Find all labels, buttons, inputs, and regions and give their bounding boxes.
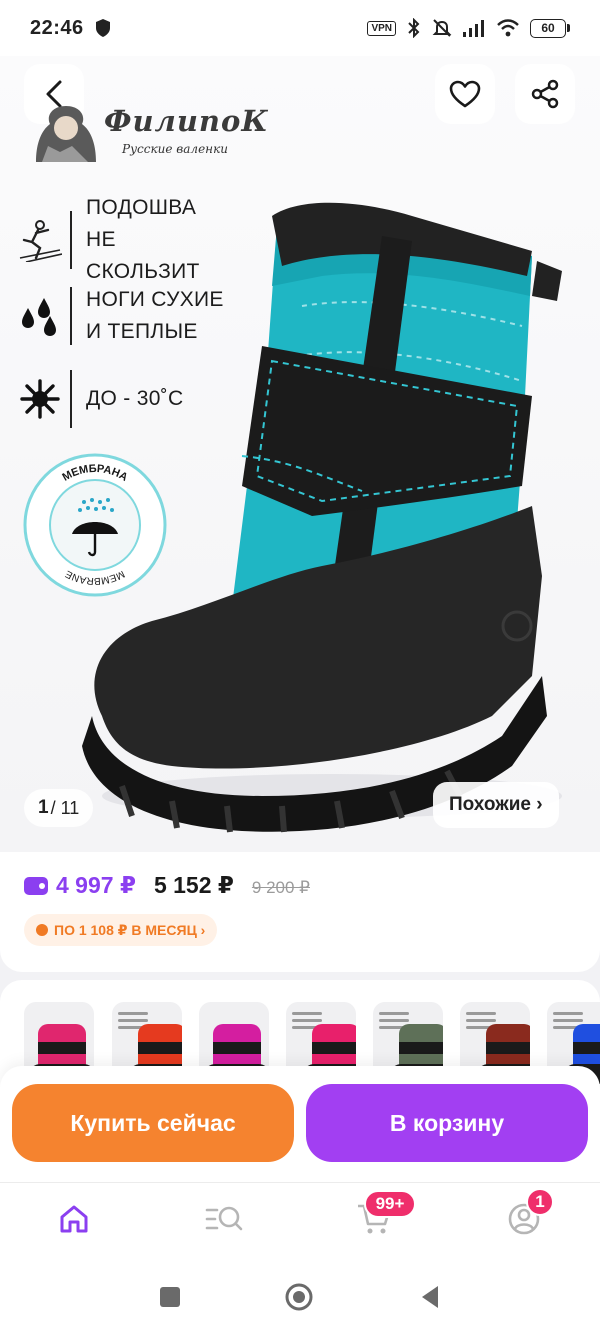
feature-text: НОГИ СУХИЕ И ТЕПЛЫЕ: [86, 288, 224, 343]
installment-chip[interactable]: ПО 1 108 ₽ В МЕСЯЦ ›: [24, 914, 218, 946]
brand-logo: ФилипоК Русские валенки: [28, 102, 268, 172]
battery-icon: 60: [530, 18, 570, 38]
snowflake-icon: [18, 377, 62, 421]
image-counter: 1 / 11: [24, 789, 94, 827]
image-counter-total: / 11: [50, 797, 80, 818]
bottom-navigation: [0, 1182, 600, 1258]
recents-button[interactable]: [155, 1282, 185, 1312]
home-system-button[interactable]: [284, 1282, 314, 1312]
nav-home[interactable]: [54, 1199, 94, 1239]
wallet-price: 4 997 ₽: [56, 872, 136, 898]
wallet-icon: [24, 877, 48, 895]
square-icon: [160, 1287, 180, 1307]
feature-anti-slip: ПОДОШВА НЕ СКОЛЬЗИТ: [18, 192, 226, 288]
brand-tagline: Русские валенки: [122, 142, 228, 156]
similar-button[interactable]: Похожие ›: [433, 782, 559, 828]
membrane-badge: МЕМБРАНА MEMBRANE: [23, 453, 167, 597]
feature-text: ПОДОШВА НЕ СКОЛЬЗИТ: [86, 196, 200, 283]
current-price: 5 152 ₽: [153, 872, 234, 898]
nav-catalog[interactable]: [204, 1199, 244, 1239]
system-navigation: [0, 1258, 600, 1332]
image-counter-current: 1: [38, 797, 49, 818]
feature-temperature: ДО - 30˚С: [18, 370, 226, 428]
vpn-badge: VPN: [367, 20, 396, 36]
purchase-bar: Купить сейчас В корзину: [0, 1066, 600, 1182]
buy-now-button[interactable]: Купить сейчас: [12, 1084, 294, 1162]
feature-text: ДО - 30˚С: [86, 387, 184, 410]
brand-mascot-icon: [36, 106, 96, 162]
share-icon: [531, 79, 559, 109]
favorite-button[interactable]: [435, 64, 495, 124]
installment-label: ПО 1 108 ₽ В МЕСЯЦ ›: [54, 921, 206, 938]
triangle-back-icon: [422, 1286, 438, 1308]
circle-icon: [285, 1283, 313, 1311]
shield-icon: [95, 19, 110, 37]
profile-badge: 1: [526, 1188, 554, 1216]
product-screen: 22:46 VPN 60 ФилипоК Русские валенки ПОД…: [0, 0, 600, 1332]
bluetooth-icon: [408, 18, 420, 38]
status-time: 22:46: [30, 16, 84, 39]
add-to-cart-button[interactable]: В корзину: [306, 1084, 588, 1162]
cart-badge: 99+: [364, 1190, 416, 1218]
wifi-icon: [497, 19, 519, 37]
brand-name: ФилипоК: [104, 104, 269, 138]
coin-icon: [36, 924, 48, 936]
old-price: 9 200 ₽: [251, 878, 310, 897]
feature-dry-warm: НОГИ СУХИЕ И ТЕПЛЫЕ: [18, 284, 226, 348]
home-icon: [60, 1205, 88, 1233]
heart-icon: [449, 80, 481, 108]
droplets-icon: [18, 294, 62, 338]
catalog-search-icon: [205, 1206, 243, 1231]
share-button[interactable]: [515, 64, 575, 124]
status-bar: 22:46 VPN 60: [0, 0, 600, 56]
slip-icon: [18, 218, 62, 262]
product-gallery[interactable]: ФилипоК Русские валенки ПОДОШВА НЕ СКОЛЬ…: [0, 56, 600, 852]
signal-icon: [463, 20, 484, 37]
price-row: 4 997 ₽ 5 152 ₽ 9 200 ₽: [24, 872, 310, 899]
battery-level: 60: [530, 18, 566, 38]
status-icons: VPN 60: [367, 18, 570, 38]
back-system-button[interactable]: [415, 1282, 445, 1312]
bell-muted-icon: [432, 19, 452, 37]
price-block: 4 997 ₽ 5 152 ₽ 9 200 ₽ ПО 1 108 ₽ В МЕС…: [0, 852, 600, 972]
